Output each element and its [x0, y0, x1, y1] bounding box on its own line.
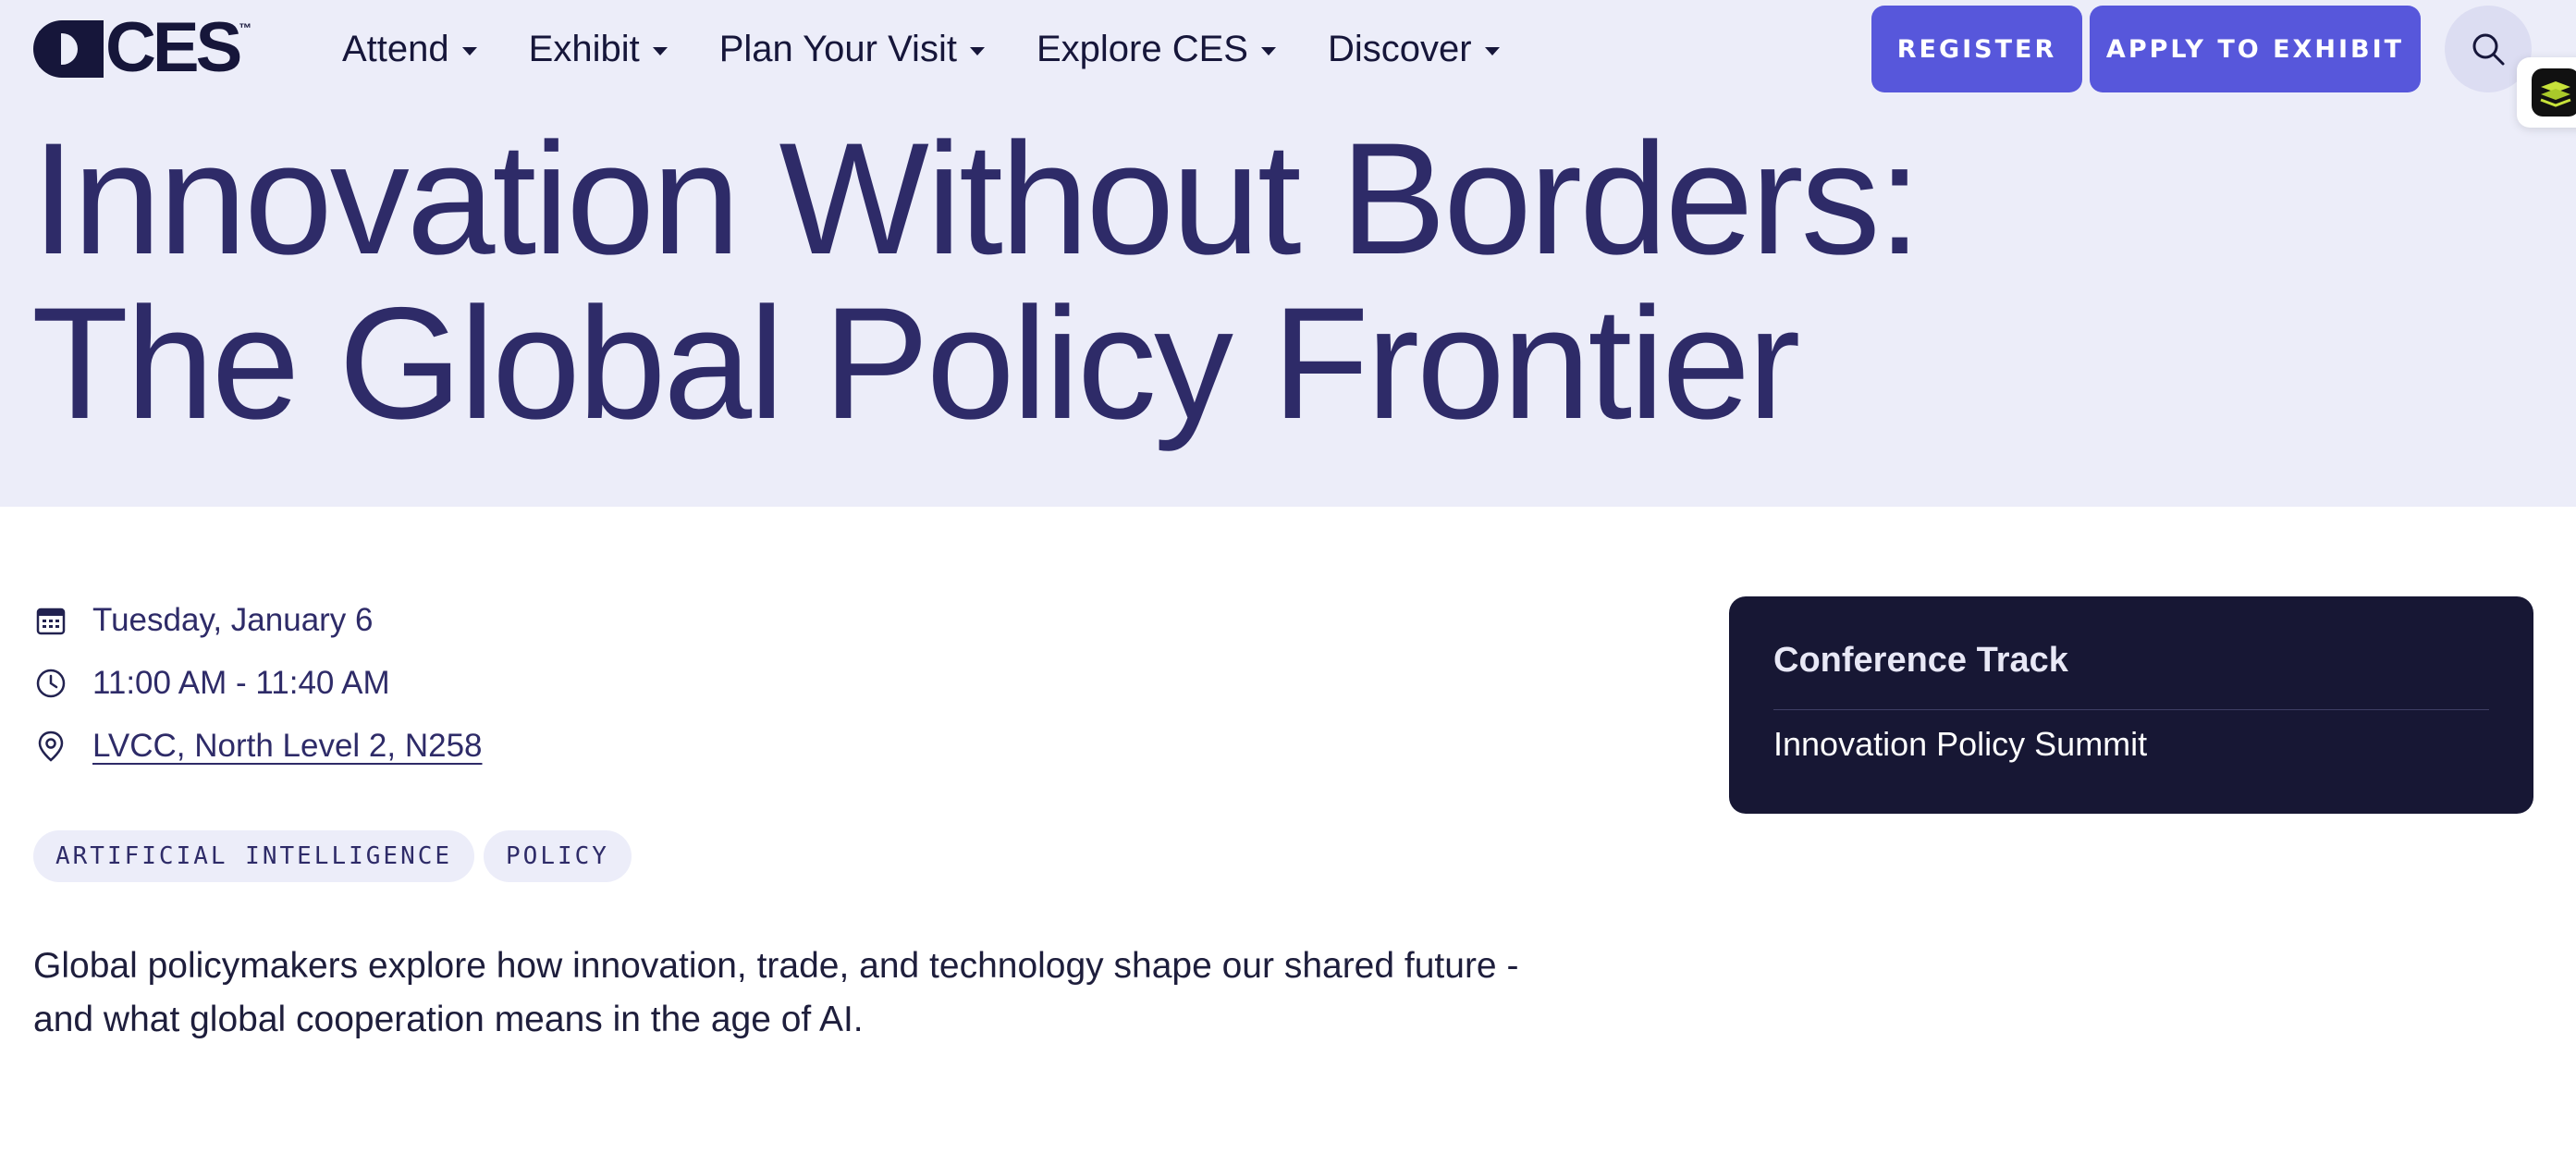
main-nav: Attend Exhibit Plan Your Visit Explore C… — [342, 18, 1552, 80]
chevron-down-icon — [969, 46, 985, 55]
session-description: Global policymakers explore how innovati… — [33, 946, 1519, 1039]
clock-icon — [33, 666, 68, 701]
tag-policy[interactable]: POLICY — [484, 830, 632, 882]
nav-item-label: Plan Your Visit — [718, 28, 957, 69]
tag-artificial-intelligence[interactable]: ARTIFICIAL INTELLIGENCE — [33, 830, 475, 882]
logo-text: CES — [105, 8, 242, 87]
ces-logo-mark-icon — [33, 20, 104, 78]
register-button[interactable]: REGISTER — [1871, 6, 2082, 92]
search-icon — [2472, 33, 2505, 66]
nav-item-attend[interactable]: Attend — [342, 29, 477, 70]
topic-tags: ARTIFICIAL INTELLIGENCE POLICY — [33, 830, 641, 882]
ces-logo[interactable]: CES ™ — [33, 13, 252, 83]
session-date-row: Tuesday, January 6 — [33, 602, 374, 639]
chevron-down-icon — [1260, 46, 1276, 55]
app-badge-icon — [2532, 68, 2576, 117]
nav-item-discover[interactable]: Discover — [1328, 29, 1500, 70]
logo-trademark: ™ — [239, 20, 252, 35]
track-divider — [1773, 709, 2489, 710]
nav-item-plan-your-visit[interactable]: Plan Your Visit — [719, 29, 985, 70]
side-widget-tab[interactable] — [2517, 57, 2576, 128]
track-value: Innovation Policy Summit — [1773, 725, 2148, 763]
chevron-down-icon — [461, 46, 477, 55]
calendar-icon — [33, 603, 68, 638]
session-time-row: 11:00 AM - 11:40 AM — [33, 665, 390, 702]
nav-item-label: Exhibit — [528, 28, 640, 69]
chevron-down-icon — [1484, 46, 1500, 55]
page-title: Innovation Without Borders: The Global P… — [31, 110, 1921, 452]
nav-item-explore-ces[interactable]: Explore CES — [1037, 29, 1276, 70]
nav-item-label: Discover — [1327, 28, 1472, 69]
nav-item-label: Explore CES — [1036, 28, 1248, 69]
chevron-down-icon — [652, 46, 668, 55]
nav-item-exhibit[interactable]: Exhibit — [529, 29, 668, 70]
conference-track-card: Conference Track Innovation Policy Summi… — [1729, 596, 2533, 814]
location-pin-icon — [33, 729, 68, 764]
apply-to-exhibit-button[interactable]: APPLY TO EXHIBIT — [2090, 6, 2421, 92]
session-location-row: LVCC, North Level 2, N258 — [33, 728, 483, 765]
session-location-link[interactable]: LVCC, North Level 2, N258 — [92, 728, 483, 765]
nav-item-label: Attend — [342, 28, 449, 69]
session-date: Tuesday, January 6 — [92, 602, 374, 638]
track-heading: Conference Track — [1773, 641, 2068, 680]
session-time: 11:00 AM - 11:40 AM — [92, 665, 390, 701]
